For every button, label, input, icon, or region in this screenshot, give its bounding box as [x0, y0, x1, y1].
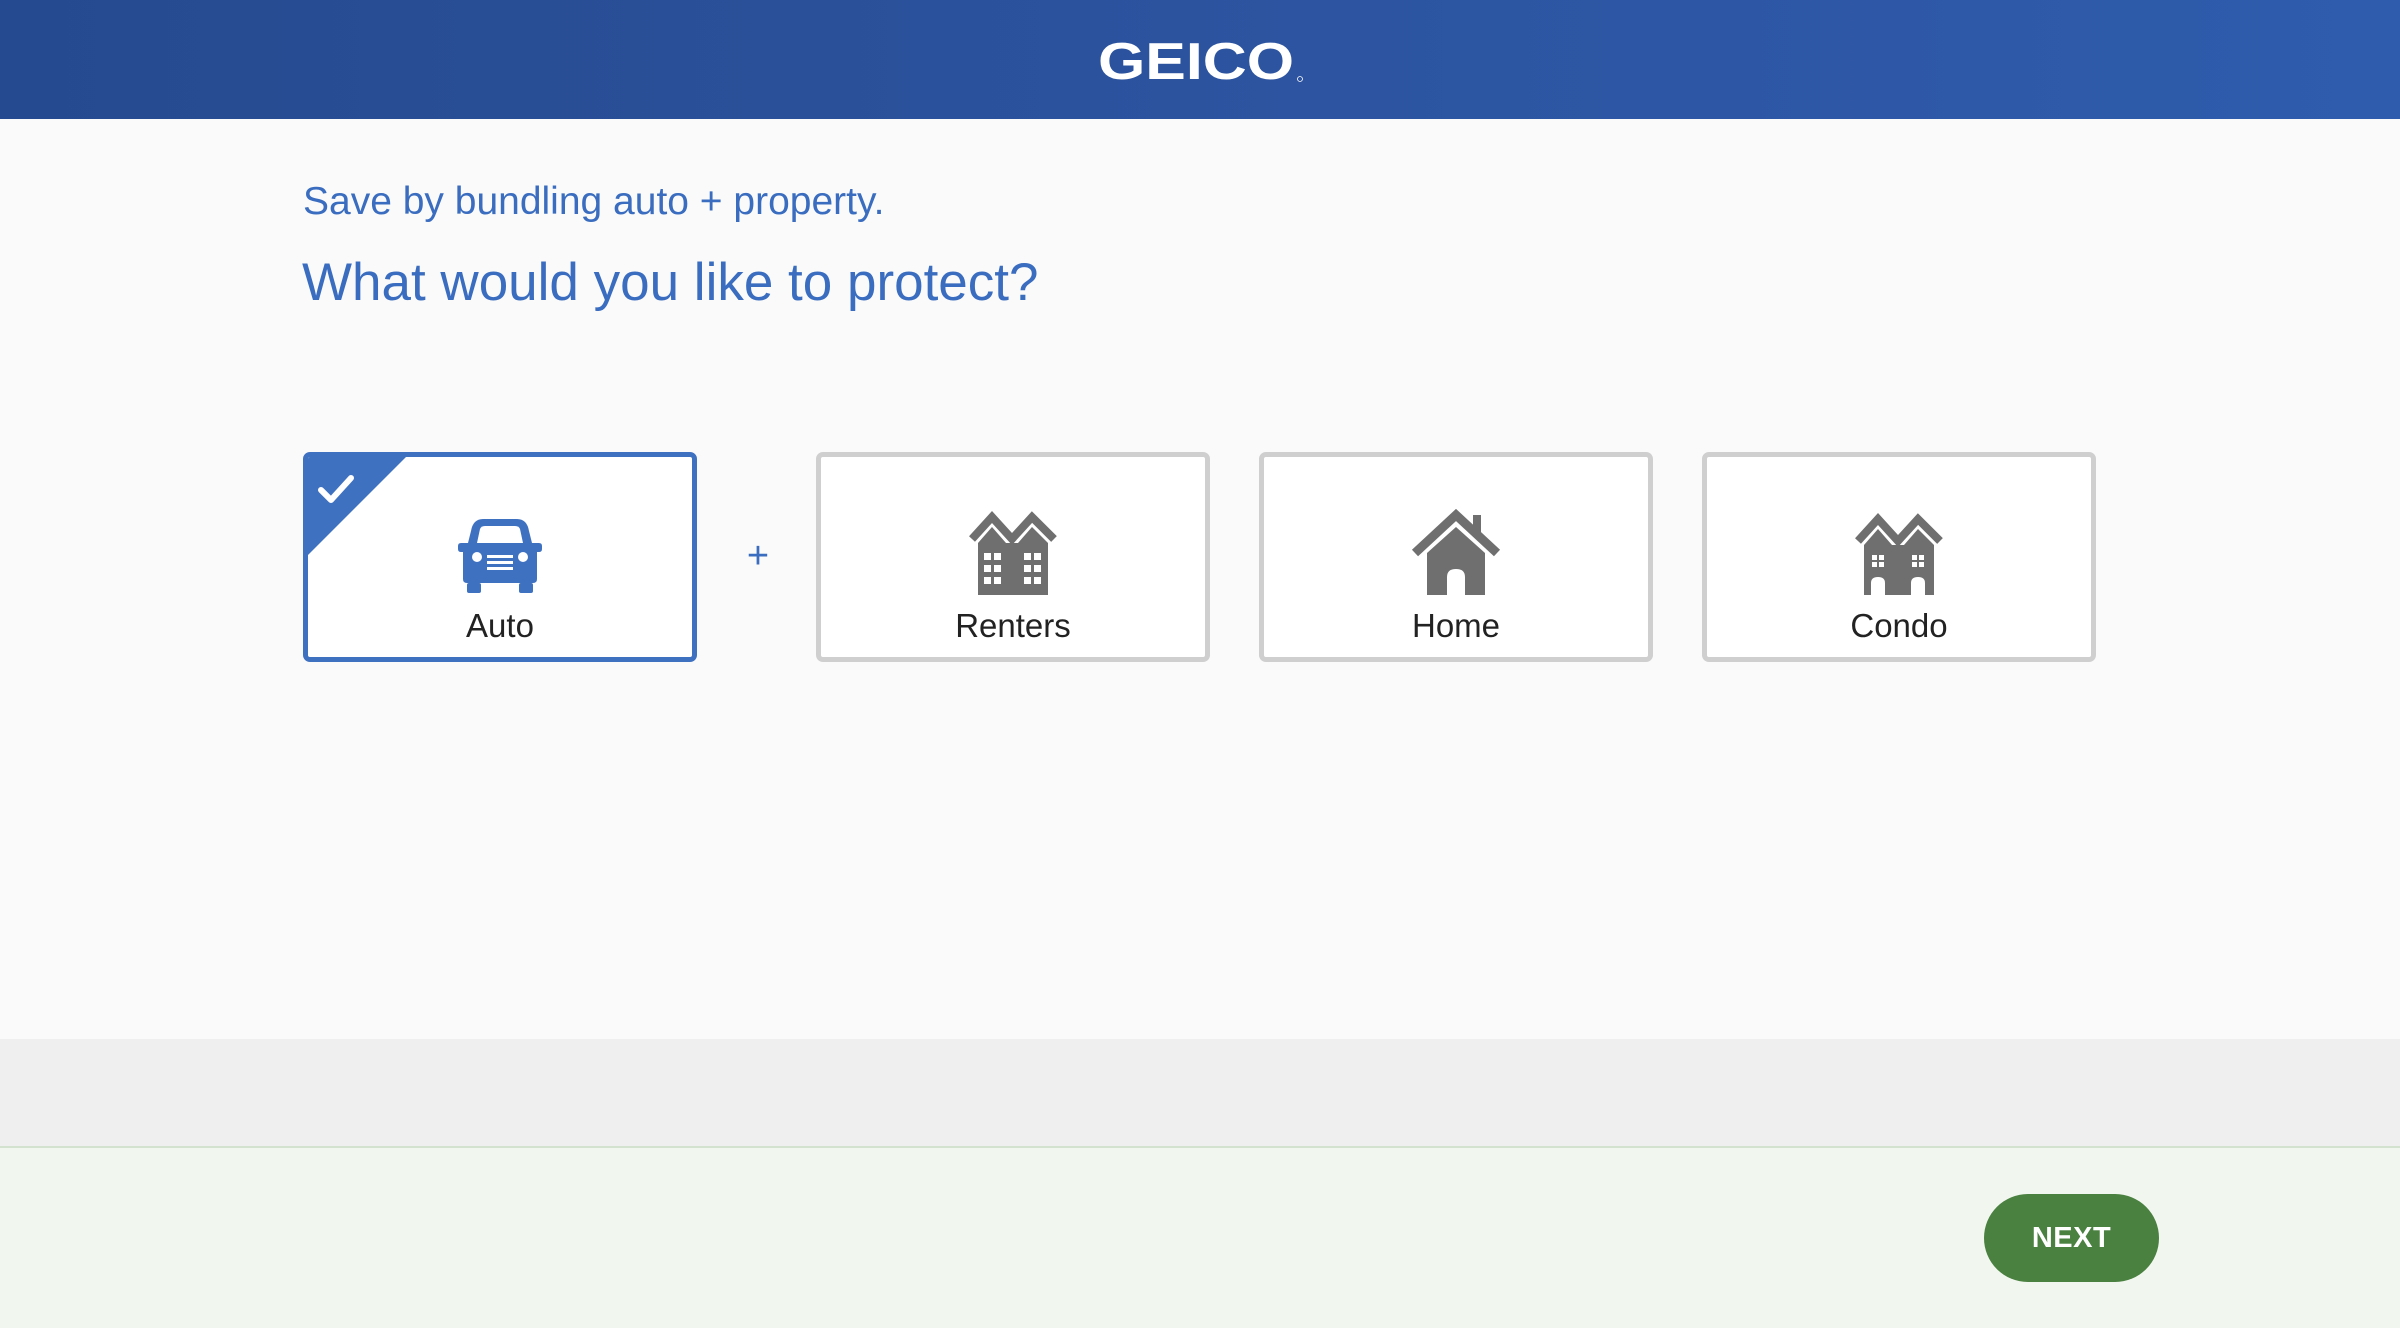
option-card-renters[interactable]: Renters — [816, 452, 1210, 662]
top-header: GEICO — [0, 0, 2400, 119]
house-icon — [1411, 509, 1501, 595]
option-label-home: Home — [1411, 607, 1501, 644]
geico-logo: GEICO — [1098, 34, 1303, 86]
apartment-building-icon — [969, 511, 1057, 595]
option-card-auto[interactable]: Auto — [303, 452, 697, 662]
option-card-condo[interactable]: Condo — [1702, 452, 2096, 662]
option-label-auto: Auto — [466, 607, 534, 644]
divider-band — [0, 1039, 2400, 1147]
option-card-home[interactable]: Home — [1259, 452, 1653, 662]
selected-checkmark-icon — [308, 457, 406, 555]
logo-text: GEICO — [1098, 34, 1294, 86]
plus-sign: + — [746, 535, 770, 577]
option-label-condo: Condo — [1850, 607, 1948, 644]
condo-building-icon — [1855, 513, 1943, 595]
option-label-renters: Renters — [955, 607, 1071, 644]
page-title: What would you like to protect? — [302, 253, 1039, 312]
car-icon — [458, 519, 542, 593]
next-button[interactable]: NEXT — [1984, 1194, 2159, 1282]
bundle-subtitle: Save by bundling auto + property. — [303, 180, 885, 223]
